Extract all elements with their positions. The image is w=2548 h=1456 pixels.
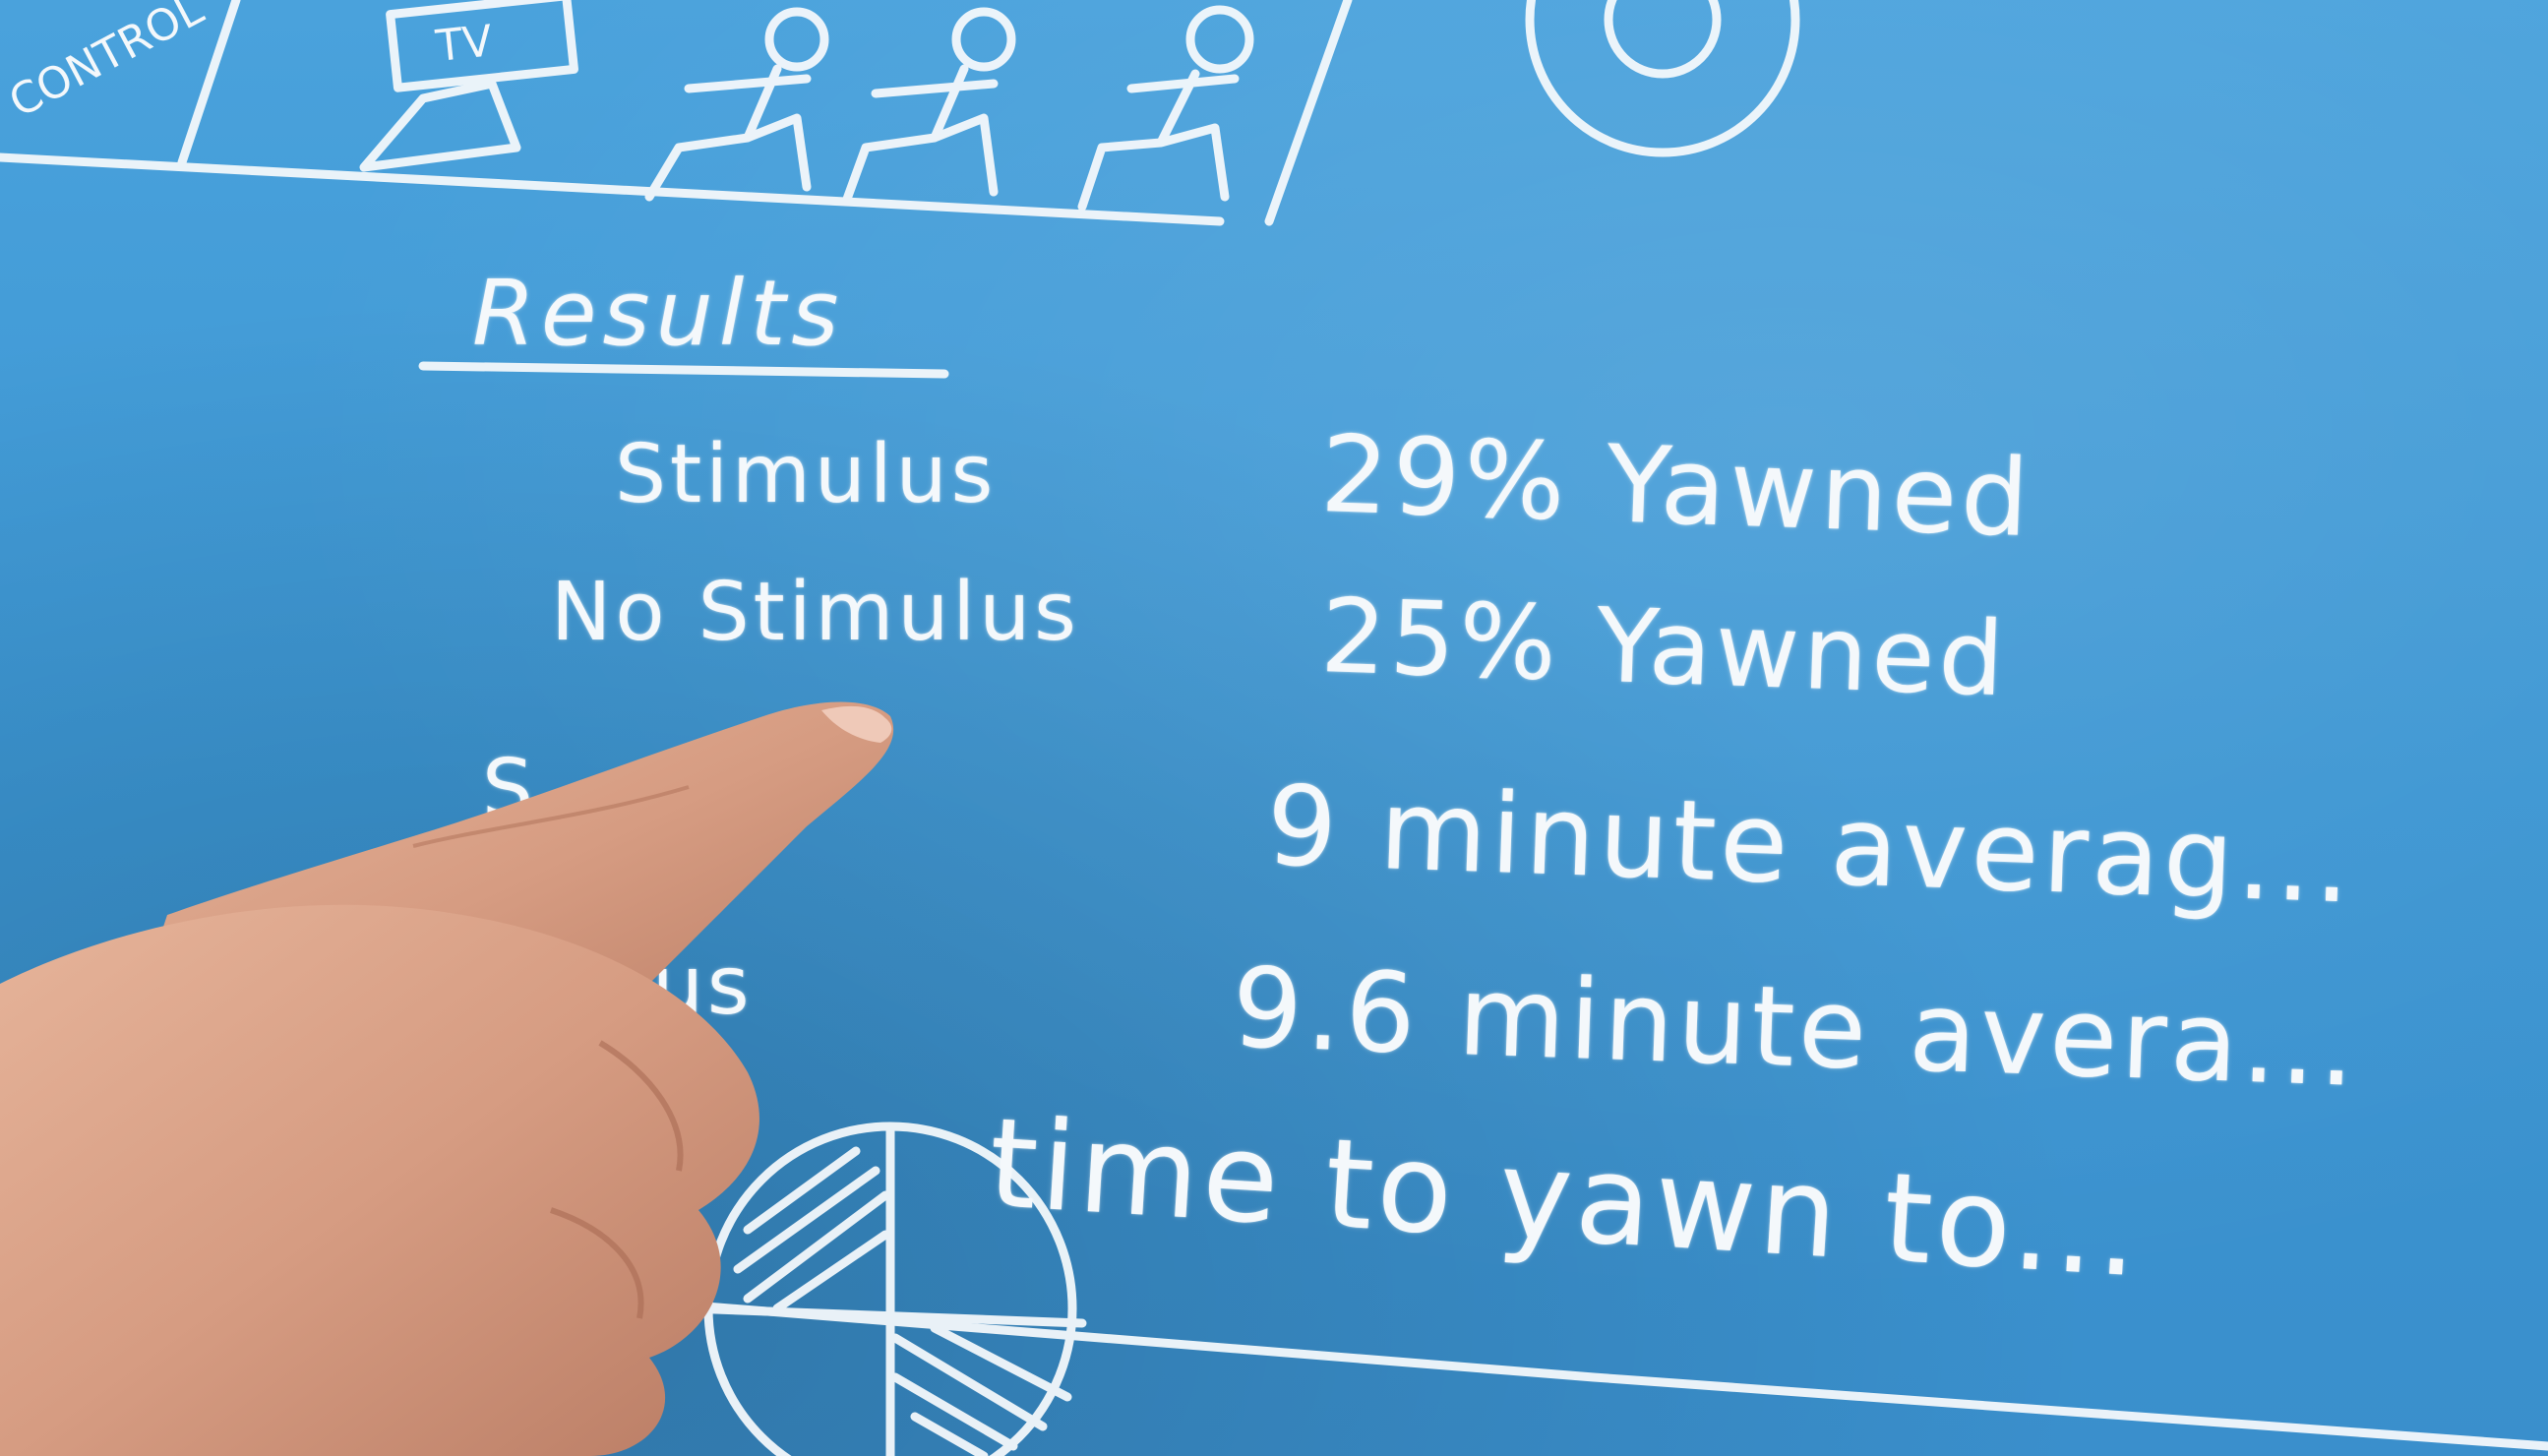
pointing-hand <box>0 701 894 1456</box>
hand-icon <box>0 701 894 1456</box>
chalkboard: CONTROL TV Results Stimulus 29% Yawned N… <box>0 0 2548 1456</box>
